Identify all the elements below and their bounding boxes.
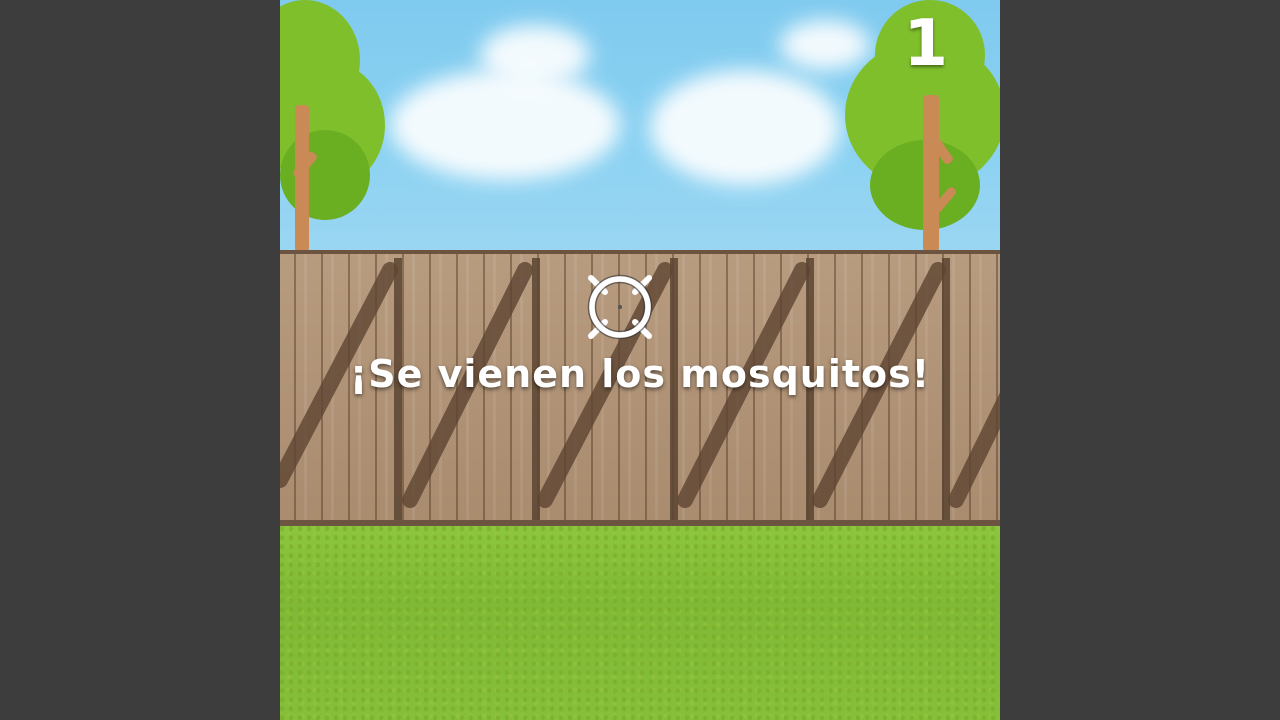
wave-announcement: ¡Se vienen los mosquitos! [349, 352, 931, 396]
grass-ground [280, 526, 1000, 720]
cloud [480, 25, 590, 85]
left-tree [280, 0, 390, 252]
game-stage[interactable]: 1 ¡Se vienen los mosquitos! [280, 0, 1000, 720]
score-counter: 1 [903, 7, 948, 81]
cloud [390, 70, 620, 180]
crosshair-icon[interactable] [575, 262, 665, 352]
cloud [650, 70, 840, 185]
